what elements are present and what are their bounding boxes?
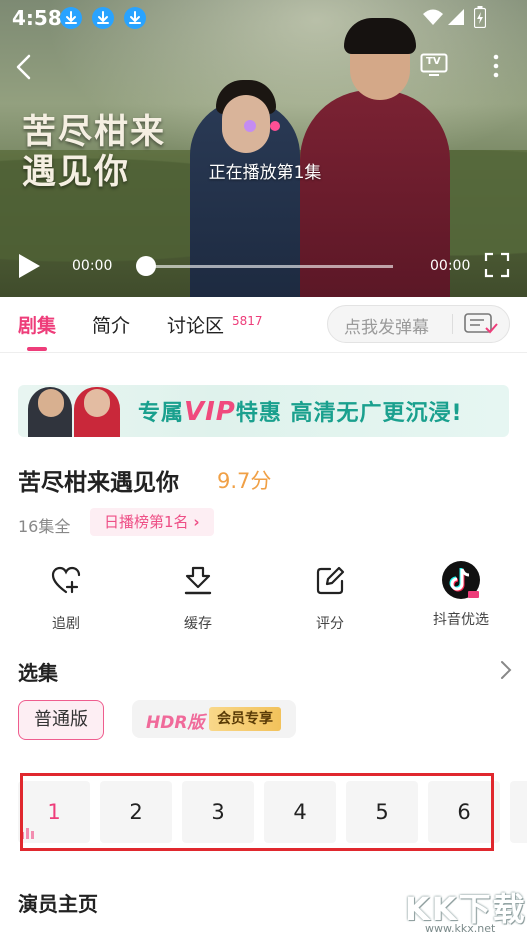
loading-dot bbox=[270, 121, 280, 131]
danmu-input[interactable]: 点我发弹幕 bbox=[327, 305, 510, 343]
follow-button[interactable]: 追剧 bbox=[26, 565, 106, 633]
watermark-url: www.kkx.net bbox=[425, 922, 496, 935]
title-art-line: 苦尽柑来 bbox=[22, 112, 166, 152]
chevron-right-icon: › bbox=[193, 513, 200, 531]
play-icon[interactable] bbox=[16, 252, 42, 280]
tab-bar: 剧集 简介 讨论区 5817 点我发弹幕 bbox=[0, 297, 527, 353]
douyin-icon bbox=[442, 561, 480, 599]
banner-prefix: 专属 bbox=[138, 401, 185, 426]
banner-vip: VIP bbox=[184, 397, 236, 427]
loading-dots bbox=[244, 120, 284, 132]
vip-only-badge: 会员专享 bbox=[209, 707, 281, 731]
episodes-section-title: 选集 bbox=[18, 661, 58, 685]
rank-text: 日播榜第1名 bbox=[104, 513, 189, 531]
tab-episodes[interactable]: 剧集 bbox=[18, 311, 56, 338]
download-icon bbox=[92, 7, 114, 29]
title-art-line: 遇见你 bbox=[22, 152, 130, 192]
drama-title: 苦尽柑来遇见你 bbox=[18, 470, 179, 496]
progress-knob[interactable] bbox=[136, 256, 156, 276]
drama-title-art: 苦尽柑来 遇见你 bbox=[22, 112, 202, 192]
battery-charging-icon bbox=[474, 6, 486, 28]
douyin-label: 抖音优选 bbox=[433, 612, 489, 628]
status-time: 4:58 bbox=[12, 6, 62, 30]
now-playing-text: 正在播放第1集 bbox=[208, 163, 322, 183]
cache-button[interactable]: 缓存 bbox=[158, 565, 238, 633]
chevron-right-icon[interactable] bbox=[500, 660, 512, 680]
loading-dot bbox=[244, 120, 256, 132]
episode-count: 16集全 bbox=[18, 517, 71, 536]
tab-intro[interactable]: 简介 bbox=[92, 311, 130, 338]
follow-label: 追剧 bbox=[52, 616, 80, 632]
progress-bar[interactable] bbox=[146, 265, 393, 268]
tab-active-indicator bbox=[27, 347, 47, 351]
hdr-label: HDR版 bbox=[146, 713, 205, 733]
rate-label: 评分 bbox=[316, 616, 344, 632]
danmu-settings-icon[interactable] bbox=[464, 313, 498, 335]
danmu-placeholder: 点我发弹幕 bbox=[344, 318, 429, 338]
more-icon[interactable] bbox=[492, 53, 500, 79]
download-tray-icon bbox=[184, 566, 212, 595]
danmu-divider bbox=[452, 314, 453, 334]
heart-plus-icon bbox=[51, 566, 81, 594]
drama-score: 9.7分 bbox=[217, 469, 272, 493]
download-icon bbox=[60, 7, 82, 29]
banner-text: 专属VIP特惠 高清无广更沉浸! bbox=[138, 395, 463, 427]
version-normal-button[interactable]: 普通版 bbox=[18, 700, 104, 740]
wifi-icon bbox=[423, 9, 443, 25]
tv-cast-button[interactable]: TV bbox=[420, 53, 448, 77]
edit-icon bbox=[316, 566, 345, 595]
fullscreen-icon[interactable] bbox=[484, 252, 510, 278]
video-player[interactable]: 苦尽柑来 遇见你 4:58 TV 正在播放第1集 00:00 00:00 bbox=[0, 0, 527, 297]
highlight-box bbox=[20, 773, 494, 851]
player-controls: 00:00 00:00 bbox=[0, 244, 527, 288]
tab-discussion[interactable]: 讨论区 bbox=[167, 311, 224, 338]
banner-offer: 特惠 高清无广更沉浸! bbox=[235, 401, 463, 426]
douyin-button[interactable]: 抖音优选 bbox=[421, 561, 501, 629]
download-icon bbox=[124, 7, 146, 29]
tv-label: TV bbox=[426, 56, 441, 67]
back-icon[interactable] bbox=[14, 54, 34, 80]
status-bar: 4:58 bbox=[0, 0, 527, 36]
signal-icon bbox=[448, 9, 464, 25]
discussion-count: 5817 bbox=[232, 314, 263, 328]
watermark: KK下载 www.kkx.net bbox=[405, 878, 527, 937]
version-hdr-button[interactable]: HDR版 会员专享 bbox=[132, 700, 296, 738]
total-time: 00:00 bbox=[430, 258, 471, 274]
banner-actor-face bbox=[38, 389, 64, 417]
rate-button[interactable]: 评分 bbox=[290, 565, 370, 633]
cast-section-title: 演员主页 bbox=[18, 892, 98, 916]
banner-actress-face bbox=[84, 389, 110, 417]
cache-label: 缓存 bbox=[184, 616, 212, 632]
rank-tag[interactable]: 日播榜第1名 › bbox=[90, 508, 214, 536]
current-time: 00:00 bbox=[72, 258, 113, 274]
episode-next-peek[interactable] bbox=[510, 781, 527, 843]
vip-promo-banner[interactable]: 专属VIP特惠 高清无广更沉浸! bbox=[18, 385, 509, 437]
